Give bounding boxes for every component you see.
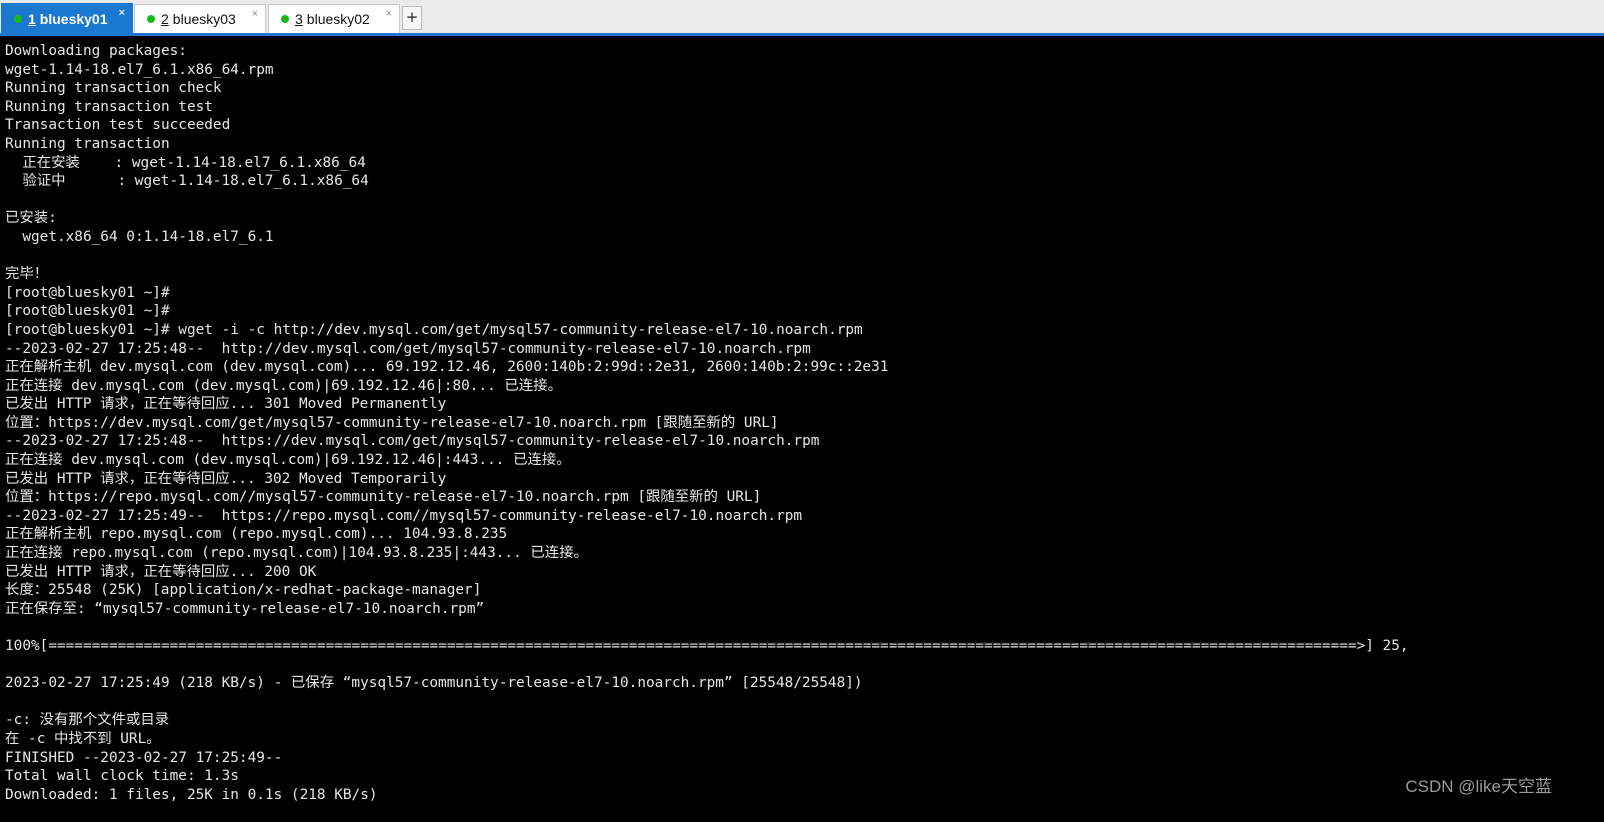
terminal-line: --2023-02-27 17:25:49-- https://repo.mys…	[5, 507, 803, 524]
session-tab-1[interactable]: 1 bluesky01 ×	[1, 3, 133, 33]
session-tab-3[interactable]: 3 bluesky02 ×	[268, 4, 400, 33]
terminal-line: 正在保存至: “mysql57-community-release-el7-10…	[5, 600, 485, 617]
terminal-line: [root@bluesky01 ~]#	[5, 284, 170, 301]
terminal-line: 完毕！	[5, 266, 49, 283]
terminal-line: 已发出 HTTP 请求，正在等待回应... 301 Moved Permanen…	[5, 396, 447, 413]
terminal-line: 正在连接 repo.mysql.com (repo.mysql.com)|104…	[5, 545, 588, 562]
terminal-line: 正在安装 : wget-1.14-18.el7_6.1.x86_64	[5, 154, 366, 171]
close-icon[interactable]: ×	[386, 9, 392, 20]
session-tab-2[interactable]: 2 bluesky03 ×	[134, 4, 266, 33]
terminal-line: 长度：25548 (25K) [application/x-redhat-pac…	[5, 582, 482, 599]
terminal-output[interactable]: Downloading packages: wget-1.14-18.el7_6.…	[5, 42, 1604, 822]
terminal-line: 已发出 HTTP 请求，正在等待回应... 200 OK	[5, 563, 317, 580]
terminal-line: wget-1.14-18.el7_6.1.x86_64.rpm	[5, 61, 274, 78]
terminal-line: 已安装:	[5, 210, 57, 227]
terminal-line: wget.x86_64 0:1.14-18.el7_6.1	[5, 228, 274, 245]
terminal-line: Downloading packages:	[5, 43, 187, 59]
session-tab-bar: 1 bluesky01 × 2 bluesky03 × 3 bluesky02 …	[0, 0, 1604, 36]
terminal-line: 位置：https://repo.mysql.com//mysql57-commu…	[5, 489, 762, 506]
terminal-line: [root@bluesky01 ~]# wget -i -c http://de…	[5, 321, 863, 338]
terminal-line: 位置：https://dev.mysql.com/get/mysql57-com…	[5, 414, 779, 431]
connected-status-icon	[147, 15, 155, 23]
connected-status-icon	[281, 15, 289, 23]
terminal-line: Downloaded: 1 files, 25K in 0.1s (218 KB…	[5, 786, 378, 803]
tab-label: bluesky02	[306, 11, 370, 27]
new-tab-button[interactable]: +	[402, 6, 422, 30]
terminal-line: 100%[===================================…	[5, 638, 1409, 654]
terminal-app-window: 1 bluesky01 × 2 bluesky03 × 3 bluesky02 …	[0, 0, 1604, 822]
terminal-line: 已发出 HTTP 请求，正在等待回应... 302 Moved Temporar…	[5, 470, 447, 487]
terminal-line: 验证中 : wget-1.14-18.el7_6.1.x86_64	[5, 173, 369, 190]
connected-status-icon	[14, 14, 22, 23]
terminal-line: FINISHED --2023-02-27 17:25:49--	[5, 749, 283, 766]
terminal-line: 正在连接 dev.mysql.com (dev.mysql.com)|69.19…	[5, 377, 562, 394]
terminal-line: Running transaction	[5, 135, 170, 152]
tab-label: bluesky03	[172, 11, 236, 27]
terminal-line: [root@bluesky01 ~]#	[5, 303, 170, 320]
terminal-line: 正在解析主机 dev.mysql.com (dev.mysql.com)... …	[5, 359, 889, 376]
terminal-line: 正在解析主机 repo.mysql.com (repo.mysql.com)..…	[5, 526, 508, 543]
terminal-line: 在 -c 中找不到 URL。	[5, 730, 161, 747]
terminal-line: --2023-02-27 17:25:48-- http://dev.mysql…	[5, 340, 811, 357]
tab-number: 3	[295, 11, 303, 27]
close-icon[interactable]: ×	[252, 9, 258, 20]
terminal-line: 正在连接 dev.mysql.com (dev.mysql.com)|69.19…	[5, 452, 571, 469]
close-icon[interactable]: ×	[119, 8, 125, 19]
tab-number: 1	[28, 10, 36, 27]
terminal-line: Transaction test succeeded	[5, 117, 231, 134]
terminal-line: Total wall clock time: 1.3s	[5, 768, 239, 785]
watermark: CSDN @like天空蓝	[1403, 772, 1554, 797]
terminal-line: Running transaction check	[5, 80, 222, 97]
tab-label: bluesky01	[39, 10, 108, 27]
terminal-line: Running transaction test	[5, 98, 213, 115]
terminal-line: --2023-02-27 17:25:48-- https://dev.mysq…	[5, 433, 820, 450]
terminal-line: -c: 没有那个文件或目录	[5, 712, 170, 729]
tab-number: 2	[161, 11, 169, 27]
terminal-line: 2023-02-27 17:25:49 (218 KB/s) - 已保存 “my…	[5, 675, 863, 692]
